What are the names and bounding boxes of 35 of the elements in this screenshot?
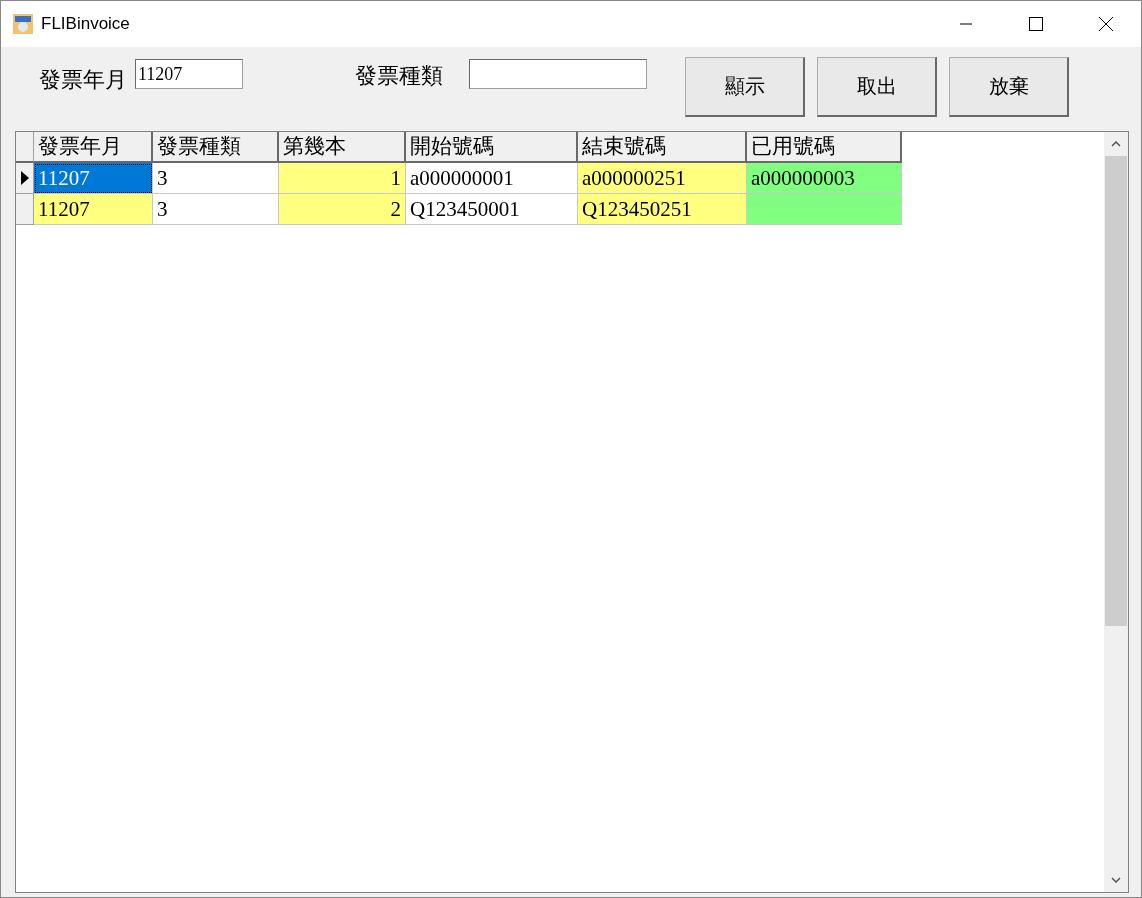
table-cell[interactable]: 1 — [279, 163, 406, 194]
maximize-icon[interactable] — [1028, 16, 1044, 32]
table-cell[interactable]: 2 — [279, 194, 406, 225]
column-header[interactable]: 第幾本 — [279, 132, 406, 163]
table-cell[interactable]: a000000001 — [406, 163, 578, 194]
action-button[interactable]: 取出 — [817, 57, 937, 117]
column-header[interactable]: 發票種類 — [153, 132, 279, 163]
scroll-down-icon[interactable] — [1111, 877, 1121, 883]
table-cell[interactable]: Q123450251 — [578, 194, 747, 225]
field-label: 發票年月 — [39, 66, 127, 94]
table-cell[interactable] — [747, 194, 902, 225]
field-label: 發票種類 — [355, 62, 443, 90]
table-cell[interactable]: Q123450001 — [406, 194, 578, 225]
action-button[interactable]: 放棄 — [949, 57, 1069, 117]
input-field[interactable]: 11207 — [135, 59, 243, 89]
window-title: FLIBinvoice — [41, 14, 131, 34]
table-cell[interactable]: a000000251 — [578, 163, 747, 194]
corner-header — [16, 132, 34, 163]
row-pointer-icon — [20, 171, 29, 185]
column-header[interactable]: 開始號碼 — [406, 132, 578, 163]
table-cell[interactable]: 3 — [153, 194, 279, 225]
scrollbar-thumb[interactable] — [1105, 156, 1127, 626]
app-icon — [13, 14, 33, 34]
table-cell[interactable]: 3 — [153, 163, 279, 194]
table-cell[interactable]: 11207 — [34, 163, 153, 194]
input-field[interactable] — [469, 59, 647, 89]
column-header[interactable]: 已用號碼 — [747, 132, 902, 163]
table-cell[interactable]: a000000003 — [747, 163, 902, 194]
table-cell[interactable]: 11207 — [34, 194, 153, 225]
scroll-up-icon[interactable] — [1111, 141, 1121, 147]
row-header[interactable] — [16, 163, 34, 194]
action-button[interactable]: 顯示 — [685, 57, 805, 117]
column-header[interactable]: 結束號碼 — [578, 132, 747, 163]
column-header[interactable]: 發票年月 — [34, 132, 153, 163]
close-icon[interactable] — [1098, 16, 1114, 32]
